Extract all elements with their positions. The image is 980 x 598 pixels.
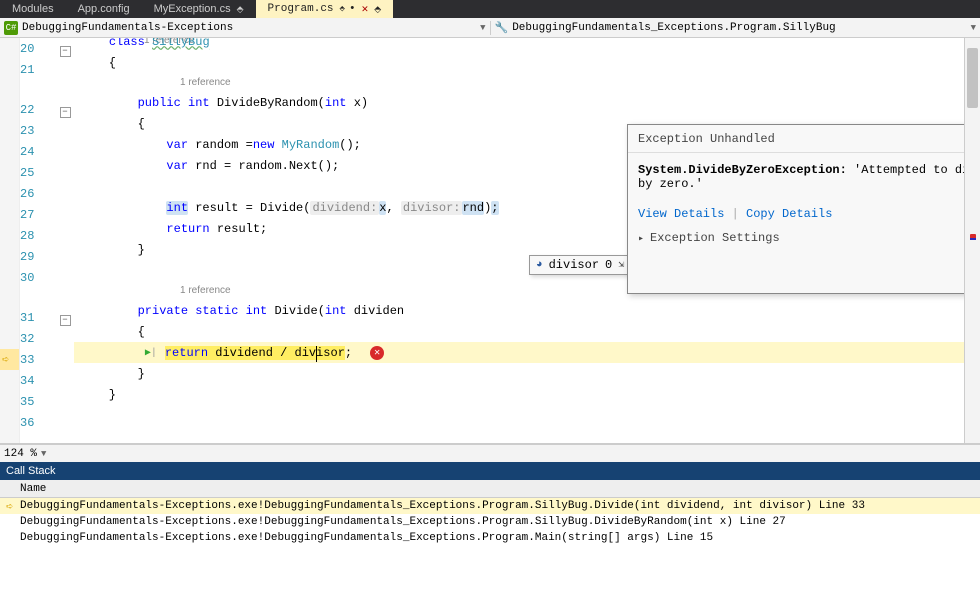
- chevron-down-icon[interactable]: ▼: [971, 23, 976, 33]
- tab-appconfig[interactable]: App.config: [66, 0, 142, 18]
- callstack-header[interactable]: Call Stack: [0, 462, 980, 480]
- chevron-down-icon[interactable]: ▼: [480, 23, 485, 33]
- scope-class-selector[interactable]: C# DebuggingFundamentals-Exceptions ▼: [0, 21, 491, 35]
- copy-details-link[interactable]: Copy Details: [746, 207, 832, 221]
- breadcrumb: C# DebuggingFundamentals-Exceptions ▼ 🔧 …: [0, 18, 980, 38]
- current-statement: ▶|return dividend / divisor;✕: [74, 342, 980, 363]
- datatip-name: divisor: [549, 258, 599, 272]
- exception-settings-expander[interactable]: Exception Settings: [628, 227, 980, 249]
- scope-member-label: DebuggingFundamentals_Exceptions.Program…: [512, 22, 835, 34]
- close-icon[interactable]: ✕: [362, 2, 369, 16]
- fold-toggle[interactable]: −: [60, 315, 71, 326]
- line-numbers: 2021 222324252627282930 313233343536: [20, 38, 56, 443]
- error-icon[interactable]: ✕: [370, 346, 384, 360]
- chevron-down-icon[interactable]: ▼: [41, 449, 46, 459]
- kw-class: class: [109, 38, 145, 49]
- view-details-link[interactable]: View Details: [638, 207, 724, 221]
- code-content[interactable]: 1 reference class SillyBug { 1 reference…: [74, 38, 980, 443]
- current-frame-icon: [6, 499, 20, 514]
- frame-text: DebuggingFundamentals-Exceptions.exe!Deb…: [20, 500, 865, 512]
- field-icon: ◕: [536, 259, 543, 271]
- editor-footer: 124 % ▼: [0, 444, 980, 462]
- callstack-frame[interactable]: DebuggingFundamentals-Exceptions.exe!Deb…: [0, 514, 980, 530]
- column-name[interactable]: Name: [20, 483, 46, 495]
- scope-class-label: DebuggingFundamentals-Exceptions: [22, 22, 233, 34]
- run-to-click-icon[interactable]: ▶|: [145, 347, 157, 359]
- csharp-project-icon: C#: [4, 21, 18, 35]
- scrollbar-caret-marker: [970, 238, 976, 240]
- code-editor[interactable]: 2021 222324252627282930 313233343536 − −…: [0, 38, 980, 444]
- editor-margin: 2021 222324252627282930 313233343536 − −…: [0, 38, 74, 443]
- pin-icon[interactable]: ⬘: [340, 4, 345, 14]
- callstack-frame[interactable]: DebuggingFundamentals-Exceptions.exe!Deb…: [0, 498, 980, 514]
- callstack-columns[interactable]: Name: [0, 480, 980, 498]
- pin-icon[interactable]: ⇲: [618, 259, 624, 271]
- datatip-value: 0: [605, 258, 612, 272]
- exception-type: System.DivideByZeroException:: [638, 163, 847, 177]
- scope-member-selector[interactable]: 🔧 DebuggingFundamentals_Exceptions.Progr…: [491, 21, 980, 35]
- glyph-margin: [0, 38, 20, 443]
- frame-text: DebuggingFundamentals-Exceptions.exe!Deb…: [20, 516, 786, 528]
- modified-icon: •: [349, 3, 356, 15]
- document-tabs: Modules App.config MyException.cs Progra…: [0, 0, 980, 18]
- zoom-level[interactable]: 124 %: [4, 448, 37, 460]
- type-name: SillyBug: [152, 38, 210, 49]
- frame-text: DebuggingFundamentals-Exceptions.exe!Deb…: [20, 532, 713, 544]
- tab-myexception[interactable]: MyException.cs: [142, 0, 256, 18]
- codelens-ref[interactable]: 1 reference: [74, 73, 980, 92]
- fold-toggle[interactable]: −: [60, 107, 71, 118]
- callstack-list: DebuggingFundamentals-Exceptions.exe!Deb…: [0, 498, 980, 598]
- vertical-scrollbar[interactable]: [964, 38, 980, 443]
- fold-column: − − −: [56, 38, 74, 443]
- exception-popup: Exception Unhandled ⇲ ✕ System.DivideByZ…: [627, 124, 980, 294]
- exception-title: Exception Unhandled: [638, 132, 980, 146]
- callstack-frame[interactable]: DebuggingFundamentals-Exceptions.exe!Deb…: [0, 530, 980, 546]
- class-icon: 🔧: [495, 21, 509, 35]
- tab-program[interactable]: Program.cs ⬘ • ✕: [256, 0, 394, 18]
- fold-toggle[interactable]: −: [60, 46, 71, 57]
- scrollbar-thumb[interactable]: [967, 48, 978, 108]
- debug-datatip[interactable]: ◕ divisor 0 ⇲: [529, 255, 631, 275]
- tab-label: Program.cs: [268, 3, 334, 15]
- tab-modules[interactable]: Modules: [0, 0, 66, 18]
